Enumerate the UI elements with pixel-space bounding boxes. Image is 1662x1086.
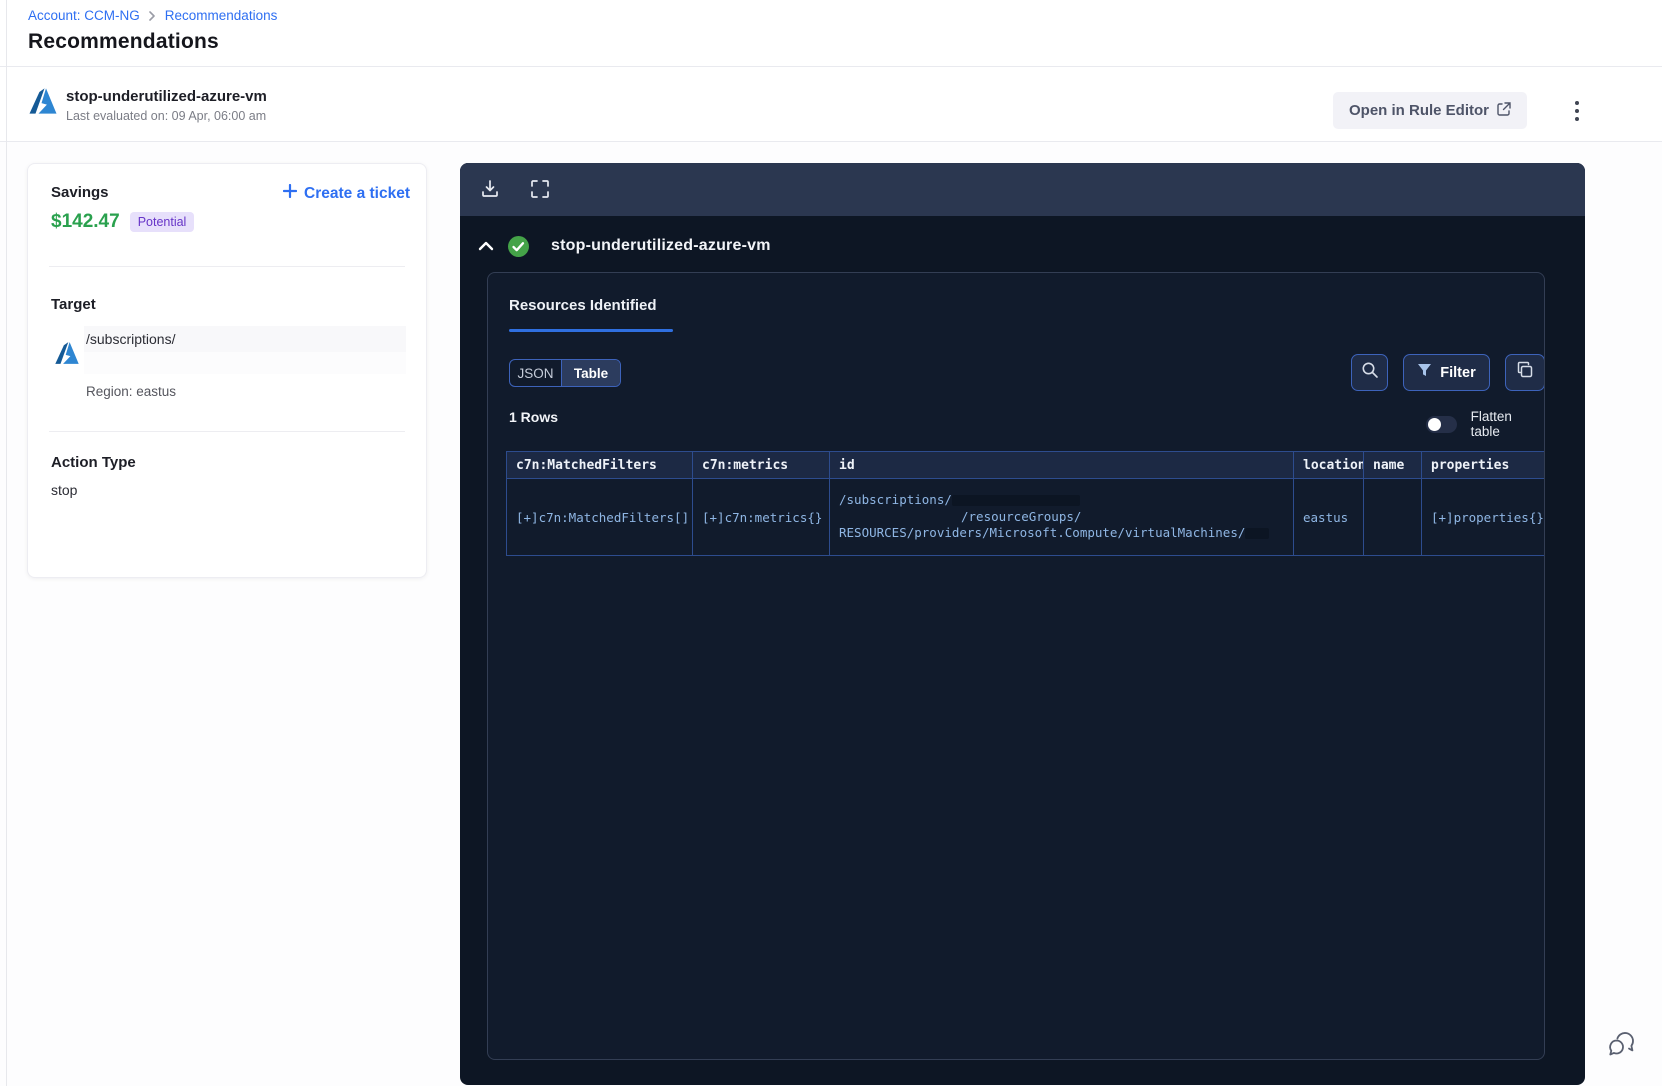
potential-badge: Potential	[129, 212, 195, 232]
view-mode-segmented-control: JSON Table	[509, 359, 621, 387]
breadcrumb: Account: CCM-NG Recommendations	[28, 8, 277, 23]
col-location[interactable]: location	[1293, 451, 1364, 479]
search-button[interactable]	[1351, 354, 1388, 391]
panel-toolbar	[460, 163, 1585, 216]
chevron-right-icon	[148, 10, 157, 21]
rule-last-evaluated: Last evaluated on: 09 Apr, 06:00 am	[66, 109, 267, 123]
breadcrumb-current-link[interactable]: Recommendations	[165, 8, 278, 23]
table-header-row: c7n:MatchedFilters c7n:metrics id locati…	[506, 451, 1544, 479]
rule-header-divider	[0, 141, 1662, 142]
action-type-value: stop	[51, 482, 78, 498]
tab-resources-identified[interactable]: Resources Identified	[509, 297, 657, 314]
create-ticket-label: Create a ticket	[304, 184, 410, 202]
cell-matched-filters[interactable]: [+]c7n:MatchedFilters[]	[506, 478, 693, 556]
target-path-row: /subscriptions/	[84, 326, 406, 352]
create-ticket-button[interactable]: Create a ticket	[282, 183, 410, 203]
resources-table-wrap: c7n:MatchedFilters c7n:metrics id locati…	[506, 451, 1544, 556]
col-name[interactable]: name	[1363, 451, 1422, 479]
download-icon[interactable]	[480, 179, 502, 201]
target-path-row-secondary	[84, 352, 406, 374]
rows-count: 1 Rows	[509, 409, 559, 425]
savings-card: Savings Create a ticket $142.47 Potentia…	[27, 163, 427, 578]
col-metrics[interactable]: c7n:metrics	[692, 451, 830, 479]
more-options-kebab-icon[interactable]	[1566, 94, 1588, 128]
savings-amount: $142.47	[51, 211, 120, 232]
header-divider	[0, 66, 1662, 67]
savings-label: Savings	[51, 184, 109, 201]
col-matched-filters[interactable]: c7n:MatchedFilters	[506, 451, 693, 479]
plus-icon	[282, 183, 298, 203]
filter-label: Filter	[1440, 364, 1476, 381]
results-panel: stop-underutilized-azure-vm Resources Id…	[460, 163, 1585, 1085]
col-properties[interactable]: properties	[1421, 451, 1544, 479]
cell-metrics[interactable]: [+]c7n:metrics{}	[692, 478, 830, 556]
copy-icon	[1516, 361, 1534, 384]
panel-rule-title: stop-underutilized-azure-vm	[551, 237, 771, 254]
external-link-icon	[1497, 101, 1511, 120]
copy-button[interactable]	[1505, 354, 1544, 391]
view-mode-json[interactable]: JSON	[510, 360, 562, 386]
target-path: /subscriptions/	[86, 331, 176, 347]
rule-name: stop-underutilized-azure-vm	[66, 88, 267, 105]
col-id[interactable]: id	[829, 451, 1294, 479]
collapse-chevron-icon[interactable]	[477, 237, 497, 257]
filter-button[interactable]: Filter	[1403, 354, 1490, 391]
page-title: Recommendations	[28, 30, 219, 53]
left-edge-divider	[6, 0, 7, 1086]
cell-location: eastus	[1293, 478, 1364, 556]
cell-properties[interactable]: [+]properties{}	[1421, 478, 1544, 556]
resources-table: c7n:MatchedFilters c7n:metrics id locati…	[506, 451, 1544, 556]
azure-logo-icon	[28, 86, 58, 116]
breadcrumb-account-link[interactable]: Account: CCM-NG	[28, 8, 140, 23]
chat-help-icon[interactable]	[1604, 1028, 1638, 1062]
target-label: Target	[51, 296, 96, 313]
search-icon	[1361, 361, 1379, 384]
target-region: Region: eastus	[86, 384, 177, 399]
action-type-label: Action Type	[51, 454, 136, 471]
cell-name	[1363, 478, 1422, 556]
active-tab-underline	[509, 329, 673, 332]
open-in-rule-editor-button[interactable]: Open in Rule Editor	[1333, 92, 1528, 129]
flatten-table-label: Flatten table	[1470, 409, 1512, 439]
azure-target-icon	[54, 340, 80, 366]
cell-id: /subscriptions/ /resourceGroups/ RESOURC…	[829, 478, 1294, 556]
table-row: [+]c7n:MatchedFilters[] [+]c7n:metrics{}…	[506, 478, 1544, 556]
redacted-vm-name	[1245, 528, 1270, 540]
card-divider	[49, 266, 405, 267]
resources-identified-card: Resources Identified JSON Table Filter 1…	[487, 272, 1545, 1060]
redacted-subscription-id	[951, 495, 1080, 507]
open-in-rule-editor-label: Open in Rule Editor	[1349, 102, 1490, 119]
card-divider	[49, 431, 405, 432]
fullscreen-icon[interactable]	[530, 179, 552, 201]
success-check-icon	[507, 235, 530, 258]
flatten-table-toggle[interactable]	[1426, 415, 1457, 433]
recommendations-page: Account: CCM-NG Recommendations Recommen…	[0, 0, 1662, 1086]
view-mode-table[interactable]: Table	[562, 360, 620, 386]
filter-funnel-icon	[1417, 363, 1432, 382]
